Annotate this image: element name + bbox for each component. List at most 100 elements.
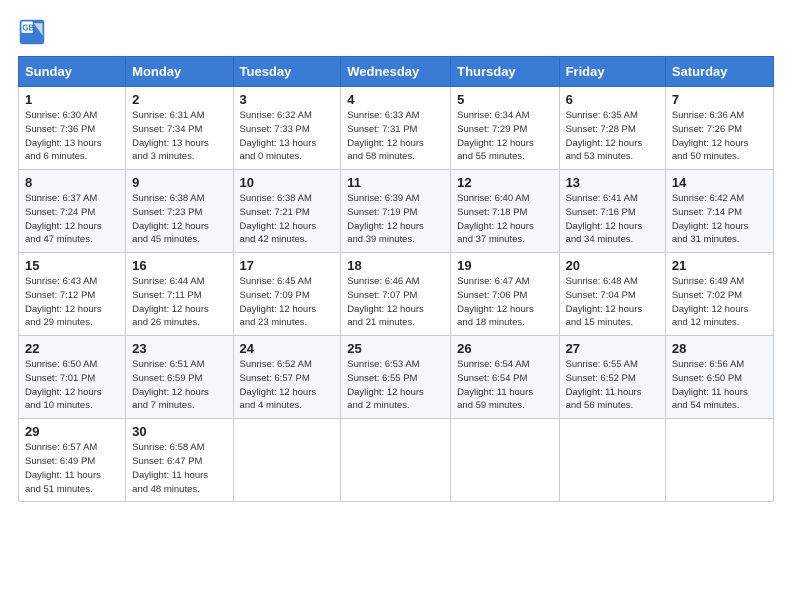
header-day-sunday: Sunday <box>19 57 126 87</box>
day-info: Sunrise: 6:54 AMSunset: 6:54 PMDaylight:… <box>457 358 552 413</box>
calendar-cell: 6 Sunrise: 6:35 AMSunset: 7:28 PMDaylight… <box>559 87 665 170</box>
day-number: 9 <box>132 175 226 190</box>
day-number: 29 <box>25 424 119 439</box>
week-row-3: 15 Sunrise: 6:43 AMSunset: 7:12 PMDayligh… <box>19 253 774 336</box>
day-info: Sunrise: 6:49 AMSunset: 7:02 PMDaylight:… <box>672 275 767 330</box>
day-info: Sunrise: 6:53 AMSunset: 6:55 PMDaylight:… <box>347 358 444 413</box>
day-number: 6 <box>566 92 659 107</box>
calendar-cell: 8 Sunrise: 6:37 AMSunset: 7:24 PMDaylight… <box>19 170 126 253</box>
calendar-cell: 19 Sunrise: 6:47 AMSunset: 7:06 PMDayligh… <box>451 253 559 336</box>
calendar-cell <box>233 419 341 502</box>
calendar-cell <box>341 419 451 502</box>
header-day-wednesday: Wednesday <box>341 57 451 87</box>
day-info: Sunrise: 6:41 AMSunset: 7:16 PMDaylight:… <box>566 192 659 247</box>
day-number: 28 <box>672 341 767 356</box>
day-number: 10 <box>240 175 335 190</box>
day-info: Sunrise: 6:43 AMSunset: 7:12 PMDaylight:… <box>25 275 119 330</box>
day-info: Sunrise: 6:57 AMSunset: 6:49 PMDaylight:… <box>25 441 119 496</box>
day-number: 22 <box>25 341 119 356</box>
day-number: 30 <box>132 424 226 439</box>
day-info: Sunrise: 6:31 AMSunset: 7:34 PMDaylight:… <box>132 109 226 164</box>
calendar-cell: 28 Sunrise: 6:56 AMSunset: 6:50 PMDayligh… <box>665 336 773 419</box>
day-info: Sunrise: 6:32 AMSunset: 7:33 PMDaylight:… <box>240 109 335 164</box>
calendar-cell: 17Sunrise: 6:45 AMSunset: 7:09 PMDayligh… <box>233 253 341 336</box>
calendar-cell: 30Sunrise: 6:58 AMSunset: 6:47 PMDayligh… <box>126 419 233 502</box>
logo-icon: GB <box>18 18 46 46</box>
calendar-cell: 22 Sunrise: 6:50 AMSunset: 7:01 PMDayligh… <box>19 336 126 419</box>
day-number: 27 <box>566 341 659 356</box>
day-number: 26 <box>457 341 552 356</box>
day-info: Sunrise: 6:50 AMSunset: 7:01 PMDaylight:… <box>25 358 119 413</box>
calendar-body: 1Sunrise: 6:30 AMSunset: 7:36 PMDaylight… <box>19 87 774 502</box>
day-info: Sunrise: 6:33 AMSunset: 7:31 PMDaylight:… <box>347 109 444 164</box>
header-day-thursday: Thursday <box>451 57 559 87</box>
day-number: 12 <box>457 175 552 190</box>
week-row-4: 22 Sunrise: 6:50 AMSunset: 7:01 PMDayligh… <box>19 336 774 419</box>
day-info: Sunrise: 6:45 AMSunset: 7:09 PMDaylight:… <box>240 275 335 330</box>
day-number: 14 <box>672 175 767 190</box>
calendar-cell: 27 Sunrise: 6:55 AMSunset: 6:52 PMDayligh… <box>559 336 665 419</box>
calendar-cell: 15 Sunrise: 6:43 AMSunset: 7:12 PMDayligh… <box>19 253 126 336</box>
day-info: Sunrise: 6:46 AMSunset: 7:07 PMDaylight:… <box>347 275 444 330</box>
calendar-cell <box>665 419 773 502</box>
day-info: Sunrise: 6:36 AMSunset: 7:26 PMDaylight:… <box>672 109 767 164</box>
calendar-cell: 10Sunrise: 6:38 AMSunset: 7:21 PMDayligh… <box>233 170 341 253</box>
header-row: SundayMondayTuesdayWednesdayThursdayFrid… <box>19 57 774 87</box>
day-number: 2 <box>132 92 226 107</box>
calendar-cell <box>451 419 559 502</box>
day-number: 24 <box>240 341 335 356</box>
day-number: 23 <box>132 341 226 356</box>
day-info: Sunrise: 6:55 AMSunset: 6:52 PMDaylight:… <box>566 358 659 413</box>
calendar-cell: 1Sunrise: 6:30 AMSunset: 7:36 PMDaylight… <box>19 87 126 170</box>
calendar-cell: 21 Sunrise: 6:49 AMSunset: 7:02 PMDayligh… <box>665 253 773 336</box>
day-number: 11 <box>347 175 444 190</box>
day-number: 20 <box>566 258 659 273</box>
day-info: Sunrise: 6:30 AMSunset: 7:36 PMDaylight:… <box>25 109 119 164</box>
header-day-tuesday: Tuesday <box>233 57 341 87</box>
calendar-cell: 12 Sunrise: 6:40 AMSunset: 7:18 PMDayligh… <box>451 170 559 253</box>
day-number: 15 <box>25 258 119 273</box>
day-info: Sunrise: 6:48 AMSunset: 7:04 PMDaylight:… <box>566 275 659 330</box>
calendar-cell: 18 Sunrise: 6:46 AMSunset: 7:07 PMDayligh… <box>341 253 451 336</box>
day-info: Sunrise: 6:37 AMSunset: 7:24 PMDaylight:… <box>25 192 119 247</box>
calendar-cell: 26 Sunrise: 6:54 AMSunset: 6:54 PMDayligh… <box>451 336 559 419</box>
day-info: Sunrise: 6:42 AMSunset: 7:14 PMDaylight:… <box>672 192 767 247</box>
day-info: Sunrise: 6:56 AMSunset: 6:50 PMDaylight:… <box>672 358 767 413</box>
week-row-5: 29 Sunrise: 6:57 AMSunset: 6:49 PMDayligh… <box>19 419 774 502</box>
week-row-1: 1Sunrise: 6:30 AMSunset: 7:36 PMDaylight… <box>19 87 774 170</box>
calendar-cell: 14 Sunrise: 6:42 AMSunset: 7:14 PMDayligh… <box>665 170 773 253</box>
calendar-cell: 2 Sunrise: 6:31 AMSunset: 7:34 PMDaylight… <box>126 87 233 170</box>
day-number: 3 <box>240 92 335 107</box>
day-info: Sunrise: 6:38 AMSunset: 7:23 PMDaylight:… <box>132 192 226 247</box>
header-day-saturday: Saturday <box>665 57 773 87</box>
day-number: 19 <box>457 258 552 273</box>
day-number: 7 <box>672 92 767 107</box>
day-info: Sunrise: 6:47 AMSunset: 7:06 PMDaylight:… <box>457 275 552 330</box>
day-number: 8 <box>25 175 119 190</box>
header-day-friday: Friday <box>559 57 665 87</box>
calendar-cell: 3 Sunrise: 6:32 AMSunset: 7:33 PMDaylight… <box>233 87 341 170</box>
calendar-cell: 20 Sunrise: 6:48 AMSunset: 7:04 PMDayligh… <box>559 253 665 336</box>
calendar-cell: 4 Sunrise: 6:33 AMSunset: 7:31 PMDaylight… <box>341 87 451 170</box>
day-number: 4 <box>347 92 444 107</box>
calendar-header: SundayMondayTuesdayWednesdayThursdayFrid… <box>19 57 774 87</box>
day-info: Sunrise: 6:40 AMSunset: 7:18 PMDaylight:… <box>457 192 552 247</box>
calendar-cell: 11Sunrise: 6:39 AMSunset: 7:19 PMDayligh… <box>341 170 451 253</box>
calendar-cell: 23 Sunrise: 6:51 AMSunset: 6:59 PMDayligh… <box>126 336 233 419</box>
day-number: 16 <box>132 258 226 273</box>
svg-text:GB: GB <box>22 23 34 32</box>
day-number: 5 <box>457 92 552 107</box>
page: GB SundayMondayTuesdayWednesdayThursdayF… <box>0 0 792 612</box>
day-info: Sunrise: 6:51 AMSunset: 6:59 PMDaylight:… <box>132 358 226 413</box>
day-number: 21 <box>672 258 767 273</box>
week-row-2: 8 Sunrise: 6:37 AMSunset: 7:24 PMDaylight… <box>19 170 774 253</box>
calendar-cell: 16 Sunrise: 6:44 AMSunset: 7:11 PMDayligh… <box>126 253 233 336</box>
day-info: Sunrise: 6:35 AMSunset: 7:28 PMDaylight:… <box>566 109 659 164</box>
logo: GB <box>18 18 50 46</box>
day-number: 18 <box>347 258 444 273</box>
day-info: Sunrise: 6:52 AMSunset: 6:57 PMDaylight:… <box>240 358 335 413</box>
header-day-monday: Monday <box>126 57 233 87</box>
calendar-cell: 29 Sunrise: 6:57 AMSunset: 6:49 PMDayligh… <box>19 419 126 502</box>
day-info: Sunrise: 6:44 AMSunset: 7:11 PMDaylight:… <box>132 275 226 330</box>
calendar-cell: 9 Sunrise: 6:38 AMSunset: 7:23 PMDaylight… <box>126 170 233 253</box>
